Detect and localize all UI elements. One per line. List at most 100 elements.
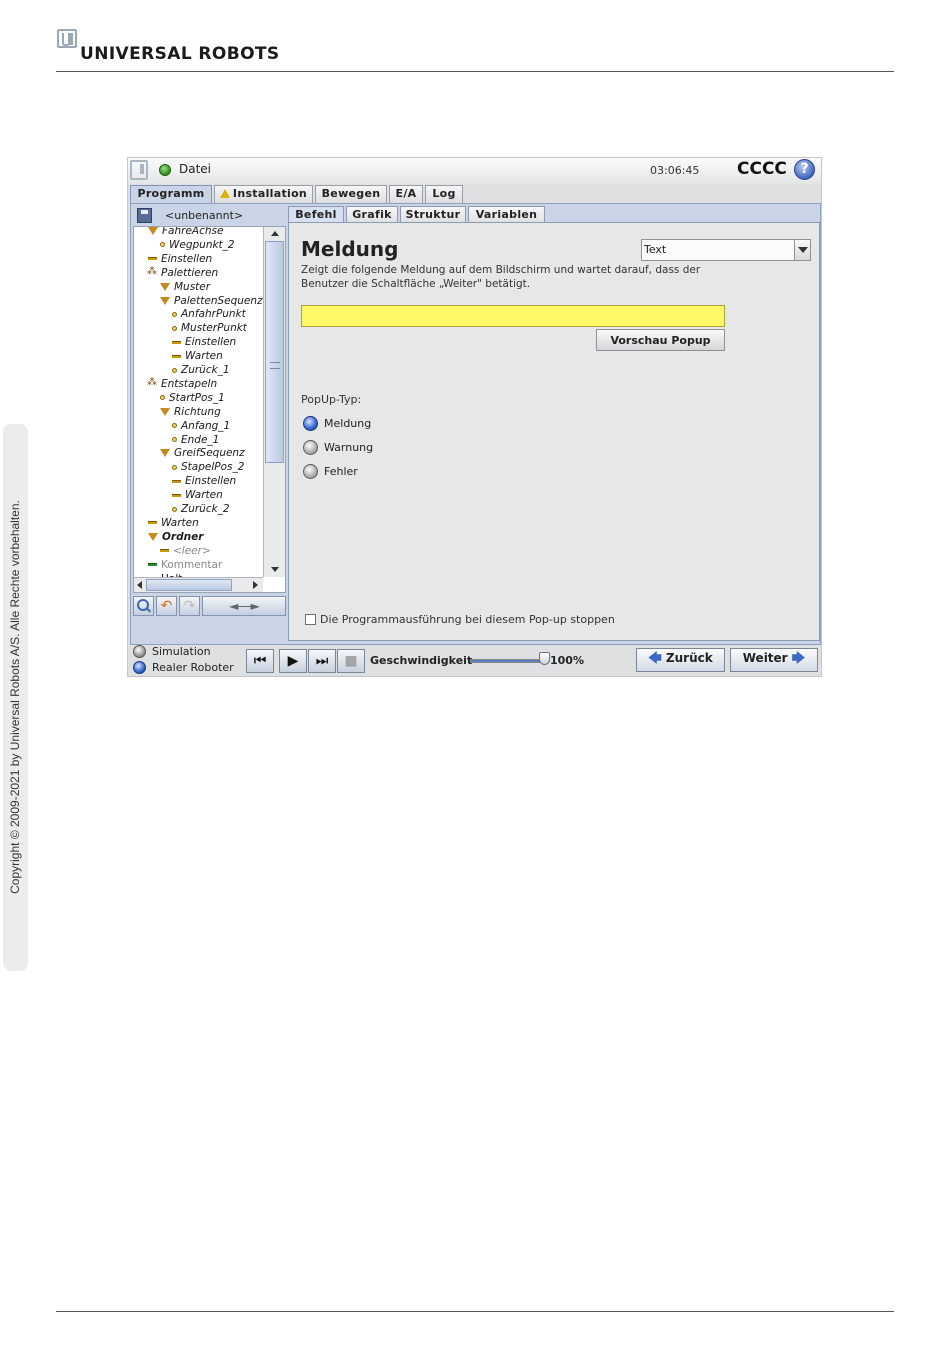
scroll-up-icon[interactable] bbox=[271, 231, 279, 236]
tree-item-label: <leer> bbox=[173, 544, 211, 557]
tree-item-label: Einstellen bbox=[161, 252, 213, 265]
speed-slider-handle[interactable] bbox=[539, 652, 550, 665]
page-title: Meldung bbox=[301, 237, 399, 261]
tree-horizontal-scrollbar[interactable] bbox=[134, 577, 263, 592]
message-type-select[interactable]: Text bbox=[641, 239, 811, 261]
tree-item[interactable]: Zurück_2 bbox=[172, 502, 230, 516]
program-tree: FahreAchseWegpunkt_2EinstellenPalettiere… bbox=[133, 226, 286, 593]
message-input[interactable] bbox=[301, 305, 725, 327]
tree-item[interactable]: MusterPunkt bbox=[172, 321, 247, 335]
play-button[interactable]: ▶ bbox=[279, 649, 307, 673]
command-icon bbox=[148, 563, 157, 567]
tree-item-label: Zurück_2 bbox=[181, 503, 230, 515]
tab-programm[interactable]: Programm bbox=[130, 185, 212, 203]
tab-bewegen[interactable]: Bewegen bbox=[315, 185, 387, 203]
tree-item[interactable]: AnfahrPunkt bbox=[172, 307, 246, 321]
scroll-right-icon[interactable] bbox=[253, 581, 258, 589]
waypoint-icon bbox=[172, 311, 177, 317]
tree-item[interactable]: Einstellen bbox=[148, 252, 212, 266]
redo-icon: ↷ bbox=[183, 598, 196, 614]
tree-scroll-thumb[interactable] bbox=[265, 241, 284, 463]
arrow-left-icon: 🡄 bbox=[648, 651, 662, 666]
move-node-button[interactable]: ◄----► bbox=[202, 596, 286, 616]
radio-icon[interactable] bbox=[303, 440, 318, 455]
radio-icon[interactable] bbox=[303, 464, 318, 479]
scroll-down-icon[interactable] bbox=[271, 567, 279, 572]
tree-item[interactable]: <leer> bbox=[160, 544, 211, 558]
tree-item[interactable]: Kommentar bbox=[148, 558, 222, 572]
tree-item[interactable]: StartPos_1 bbox=[160, 391, 225, 405]
chevron-down-icon[interactable] bbox=[794, 240, 810, 260]
ur-app-logo-icon bbox=[130, 160, 148, 180]
speed-slider[interactable] bbox=[470, 659, 545, 663]
tree-item-label: Anfang_1 bbox=[181, 419, 231, 432]
redo-button[interactable]: ↷ bbox=[179, 596, 200, 616]
tree-toolbar: ↶ ↷ ◄----► bbox=[133, 596, 286, 616]
step-button[interactable]: ⏭ bbox=[308, 649, 336, 673]
radio-icon[interactable] bbox=[133, 645, 146, 658]
tree-item[interactable]: Muster bbox=[160, 280, 210, 294]
tree-item-label: Ende_1 bbox=[181, 433, 220, 446]
pallet-icon bbox=[147, 265, 157, 279]
help-icon[interactable]: ? bbox=[794, 159, 815, 180]
clock: 03:06:45 bbox=[650, 164, 700, 177]
tree-item[interactable]: Ordner bbox=[148, 530, 203, 544]
rewind-button[interactable]: ⏮ bbox=[246, 649, 274, 673]
tree-item-label: AnfahrPunkt bbox=[181, 308, 246, 321]
arrow-right-icon: 🡆 bbox=[791, 651, 806, 666]
tree-item[interactable]: Warten bbox=[148, 516, 199, 530]
speed-label: Geschwindigkeit bbox=[370, 654, 473, 667]
tree-item[interactable]: Palettieren bbox=[147, 265, 218, 280]
tree-item[interactable]: PalettenSequenz bbox=[160, 294, 263, 308]
back-button[interactable]: 🡄 Zurück bbox=[636, 648, 725, 672]
waypoint-icon bbox=[172, 367, 177, 373]
next-button[interactable]: Weiter 🡆 bbox=[730, 648, 818, 672]
tab-grafik[interactable]: Grafik bbox=[346, 206, 398, 223]
program-tree-list: FahreAchseWegpunkt_2EinstellenPalettiere… bbox=[134, 227, 263, 577]
tree-item-label: MusterPunkt bbox=[181, 322, 247, 335]
tree-item[interactable]: StapelPos_2 bbox=[172, 460, 244, 474]
tree-vertical-scrollbar[interactable] bbox=[263, 227, 285, 577]
file-menu[interactable]: Datei bbox=[179, 162, 211, 176]
tab-variablen[interactable]: Variablen bbox=[468, 206, 545, 223]
command-description: Zeigt die folgende Meldung auf dem Bilds… bbox=[301, 264, 701, 290]
tree-hscroll-thumb[interactable] bbox=[146, 579, 232, 591]
tab-struktur[interactable]: Struktur bbox=[400, 206, 466, 223]
radio-icon[interactable] bbox=[133, 661, 146, 674]
tab-log[interactable]: Log bbox=[425, 185, 463, 203]
tab-installation[interactable]: Installation bbox=[214, 185, 313, 203]
stop-button[interactable]: ■ bbox=[337, 649, 365, 673]
tree-item-label: Einstellen bbox=[185, 336, 237, 349]
popup-type-label: PopUp-Typ: bbox=[301, 393, 362, 406]
radio-icon[interactable] bbox=[303, 416, 318, 431]
tree-item[interactable]: Entstapeln bbox=[147, 376, 217, 391]
tree-item-label: Wegpunkt_2 bbox=[169, 238, 235, 251]
waypoint-icon bbox=[172, 325, 177, 331]
tree-item-label: GreifSequenz bbox=[174, 447, 245, 460]
undo-button[interactable]: ↶ bbox=[156, 596, 177, 616]
tree-item[interactable]: Warten bbox=[172, 349, 223, 363]
tree-item[interactable]: Wegpunkt_2 bbox=[160, 238, 235, 252]
tree-item[interactable]: Warten bbox=[172, 488, 223, 502]
tree-item[interactable]: Ende_1 bbox=[172, 433, 219, 447]
tree-item-label: Zurück_1 bbox=[181, 364, 230, 376]
ur-logo-icon bbox=[57, 29, 77, 48]
tree-item[interactable]: GreifSequenz bbox=[160, 446, 245, 460]
scroll-left-icon[interactable] bbox=[137, 581, 142, 589]
tab-ea[interactable]: E/A bbox=[389, 185, 423, 203]
tree-item[interactable]: Richtung bbox=[160, 405, 221, 419]
search-icon[interactable] bbox=[133, 596, 154, 616]
tab-befehl[interactable]: Befehl bbox=[288, 206, 344, 223]
tree-item[interactable]: Anfang_1 bbox=[172, 419, 230, 433]
tree-item[interactable]: Zurück_1 bbox=[172, 363, 230, 377]
tree-item[interactable]: FahreAchse bbox=[148, 227, 223, 238]
folder-icon bbox=[160, 296, 170, 305]
save-icon[interactable] bbox=[137, 208, 152, 223]
tree-item-label: Muster bbox=[174, 280, 211, 293]
copyright-text: Copyright © 2009-2021 by Universal Robot… bbox=[8, 500, 22, 894]
command-icon bbox=[172, 340, 181, 344]
stop-program-checkbox[interactable] bbox=[305, 614, 316, 625]
preview-popup-button[interactable]: Vorschau Popup bbox=[596, 329, 725, 351]
tree-item[interactable]: Einstellen bbox=[172, 474, 236, 488]
tree-item[interactable]: Einstellen bbox=[172, 335, 236, 349]
